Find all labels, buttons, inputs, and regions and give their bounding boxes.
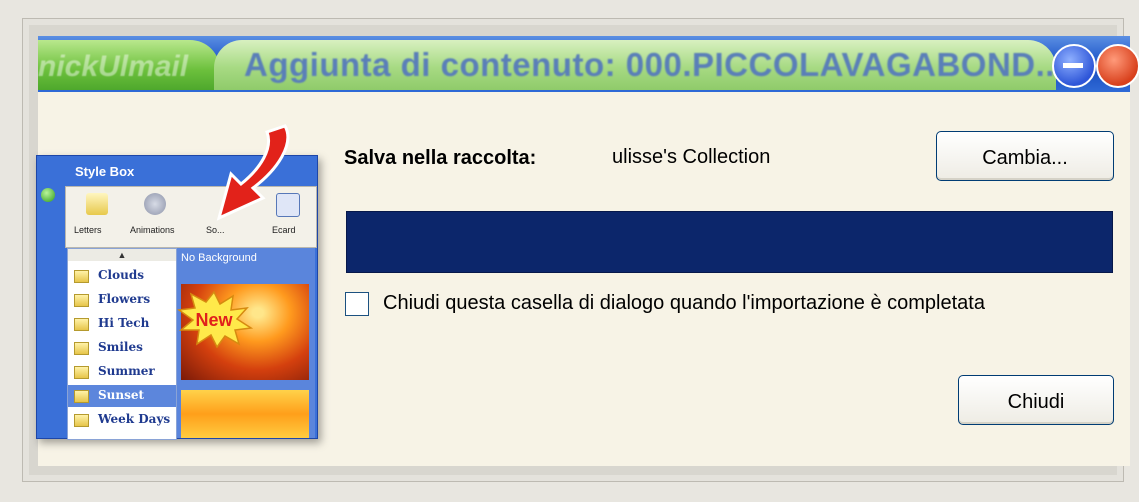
list-item: Clouds	[68, 265, 176, 287]
minimize-icon[interactable]	[1052, 44, 1096, 88]
category-list: ▲ Clouds Flowers Hi Tech Smiles Summer S…	[67, 248, 177, 440]
folder-icon	[74, 318, 89, 331]
style-box-image: Style Box Letters Animations So... Ecard…	[36, 124, 318, 440]
window-title-tab: Aggiunta di contenuto: 000.PICCOLAVAGABO…	[214, 40, 1064, 90]
progress-bar	[346, 211, 1113, 273]
style-box-title: Style Box	[75, 164, 135, 179]
toolbar-sounds: So...	[206, 225, 225, 235]
list-item: Week Days	[68, 409, 176, 431]
checkbox-label: Chiudi questa casella di dialogo quando …	[383, 292, 985, 314]
close-on-complete-checkbox[interactable]	[345, 292, 369, 316]
status-dot-icon	[41, 188, 55, 202]
title-bar: nickUlmail Aggiunta di contenuto: 000.PI…	[38, 36, 1130, 92]
scroll-up-icon: ▲	[68, 249, 176, 261]
animations-icon	[144, 193, 166, 215]
sunset-thumbnail-2	[181, 390, 309, 438]
new-badge-text: New	[195, 310, 233, 330]
collection-name: ulisse's Collection	[612, 146, 771, 168]
folder-icon	[74, 294, 89, 307]
close-button[interactable]: Chiudi	[958, 375, 1114, 425]
no-background-label: No Background	[181, 252, 257, 264]
toolbar-animations: Animations	[130, 225, 175, 235]
list-item: Hi Tech	[68, 313, 176, 335]
change-button[interactable]: Cambia...	[936, 131, 1114, 181]
close-icon[interactable]	[1096, 44, 1139, 88]
folder-icon	[74, 366, 89, 379]
folder-icon	[74, 342, 89, 355]
toolbar-ecard: Ecard	[272, 225, 296, 235]
new-badge-icon: New	[177, 290, 253, 348]
arrow-icon	[216, 124, 290, 221]
letters-icon	[86, 193, 108, 215]
save-label: Salva nella raccolta:	[344, 147, 537, 169]
folder-icon	[74, 414, 89, 427]
toolbar-letters: Letters	[74, 225, 102, 235]
list-item: Flowers	[68, 289, 176, 311]
list-item-selected: Sunset	[68, 385, 176, 407]
left-tab-label: nickUlmail	[38, 50, 189, 83]
window-title: Aggiunta di contenuto: 000.PICCOLAVAGABO…	[244, 46, 1065, 83]
folder-icon	[74, 390, 89, 403]
list-item: Summer	[68, 361, 176, 383]
folder-icon	[74, 270, 89, 283]
sunset-thumbnail-1: New	[177, 284, 309, 380]
left-tab[interactable]: nickUlmail	[38, 40, 220, 90]
list-item: Smiles	[68, 337, 176, 359]
